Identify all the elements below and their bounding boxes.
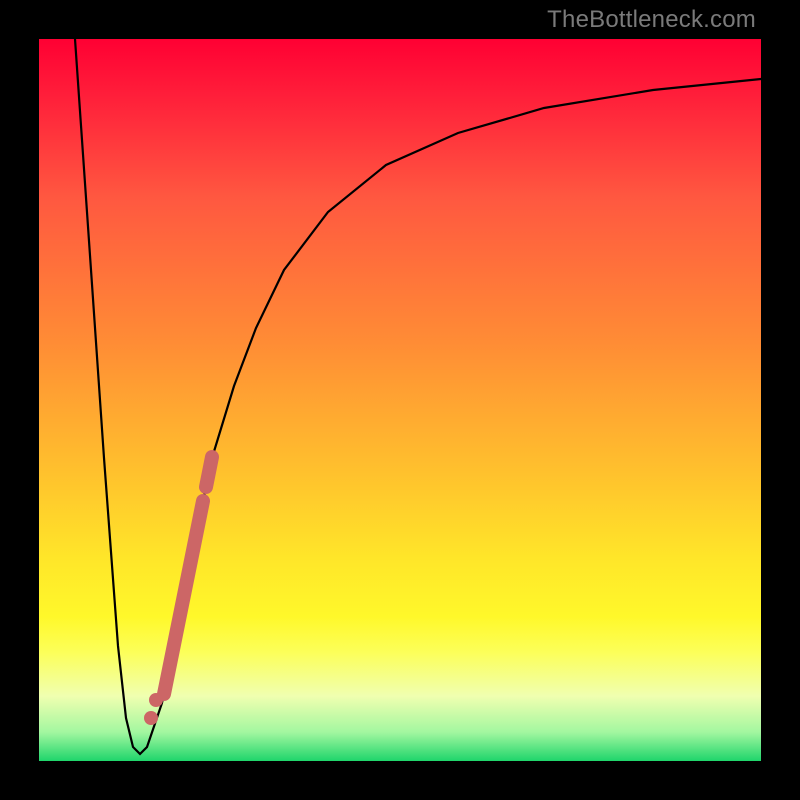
chart-svg [39,39,761,761]
plot-area [39,39,761,761]
highlight-dot [144,711,158,725]
highlight-dot [149,693,163,707]
chart-frame: TheBottleneck.com [0,0,800,800]
highlight-segment-upper [206,457,212,487]
highlight-segment [164,501,203,694]
watermark-text: TheBottleneck.com [547,6,756,34]
